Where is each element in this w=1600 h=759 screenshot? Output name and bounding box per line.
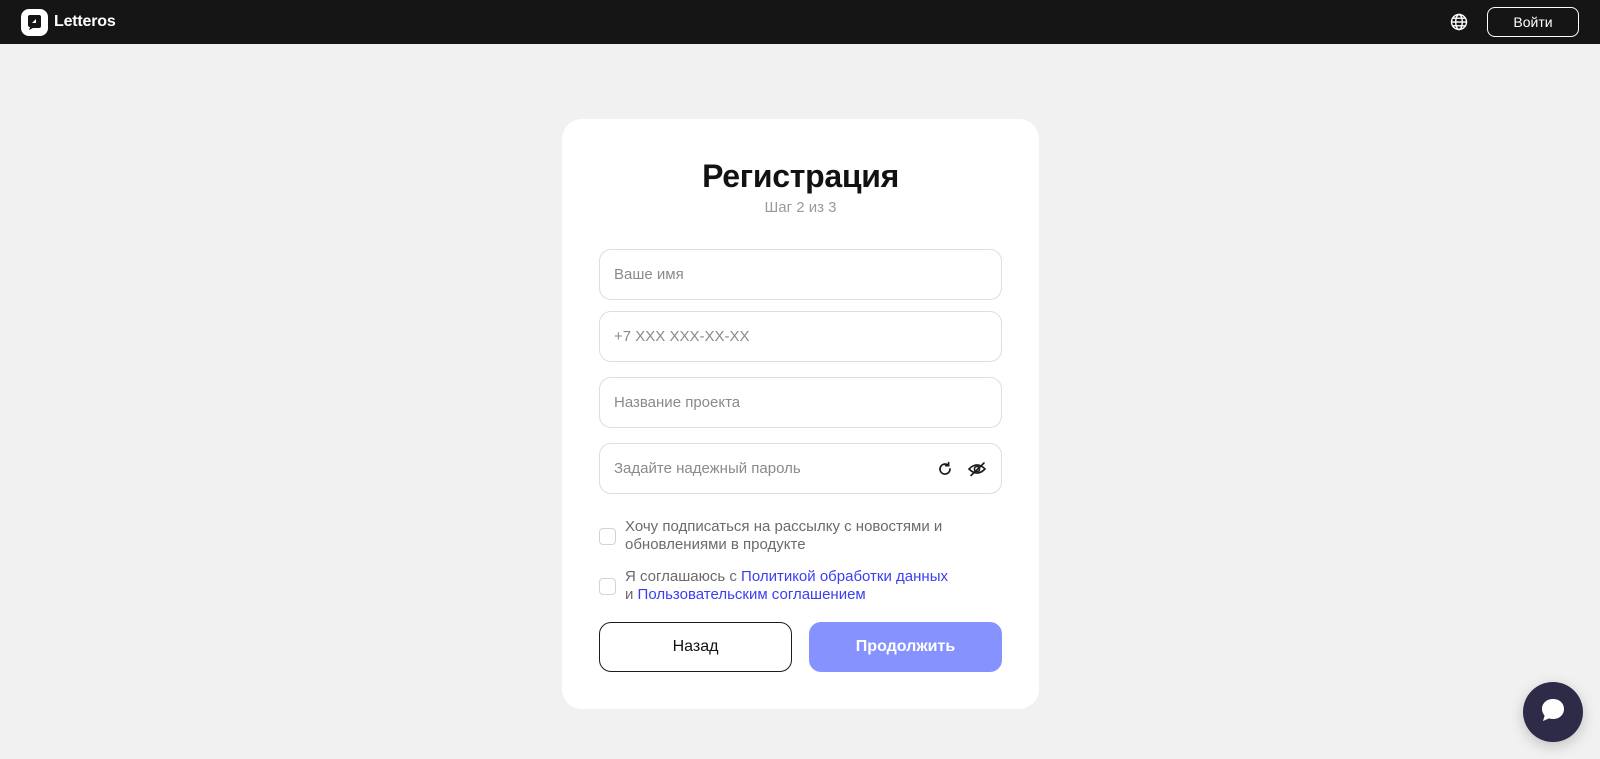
refresh-icon[interactable]: [935, 459, 955, 479]
logo-icon: [21, 8, 48, 36]
back-button[interactable]: Назад: [599, 622, 792, 672]
consent-checkbox[interactable]: [599, 577, 616, 595]
consent-label: Я соглашаюсь с Политикой обработки данны…: [625, 568, 948, 604]
chat-bubble-icon: [1539, 696, 1567, 729]
newsletter-label-line2: обновлениями в продукте: [625, 536, 806, 553]
registration-card: Регистрация Шаг 2 из 3 Ваше имя +7 XXX X…: [562, 119, 1039, 709]
phone-input[interactable]: [614, 328, 987, 345]
consent-and: и: [625, 586, 638, 603]
continue-button[interactable]: Продолжить: [809, 622, 1002, 672]
newsletter-label: Хочу подписаться на рассылку с новостями…: [625, 518, 942, 554]
chat-widget-button[interactable]: [1523, 682, 1583, 742]
newsletter-label-line1: Хочу подписаться на рассылку с новостями…: [625, 518, 943, 535]
newsletter-option[interactable]: Хочу подписаться на рассылку с новостями…: [599, 518, 1002, 554]
brand-logo[interactable]: Letteros: [21, 8, 116, 36]
page-title: Регистрация: [702, 158, 899, 194]
step-indicator: Шаг 2 из 3: [764, 199, 837, 216]
top-navigation-bar: Letteros Войти: [0, 0, 1600, 44]
login-button[interactable]: Войти: [1487, 7, 1579, 37]
name-input[interactable]: [614, 266, 987, 283]
eye-off-icon[interactable]: [967, 459, 987, 479]
privacy-policy-link[interactable]: Политикой обработки данных: [741, 568, 948, 585]
newsletter-checkbox[interactable]: [599, 527, 616, 545]
password-field[interactable]: [599, 443, 1002, 494]
password-actions: [935, 459, 987, 479]
user-agreement-link[interactable]: Пользовательским соглашением: [638, 586, 866, 603]
consent-prefix: Я соглашаюсь с: [625, 568, 742, 585]
phone-field[interactable]: [599, 311, 1002, 362]
brand-name: Letteros: [54, 13, 116, 30]
password-input[interactable]: [614, 460, 935, 477]
consent-option[interactable]: Я соглашаюсь с Политикой обработки данны…: [599, 568, 1002, 604]
project-name-field[interactable]: [599, 377, 1002, 428]
name-field[interactable]: [599, 249, 1002, 300]
header-actions: Войти: [1449, 7, 1579, 37]
project-name-input[interactable]: [614, 394, 987, 411]
globe-icon[interactable]: [1449, 12, 1469, 32]
